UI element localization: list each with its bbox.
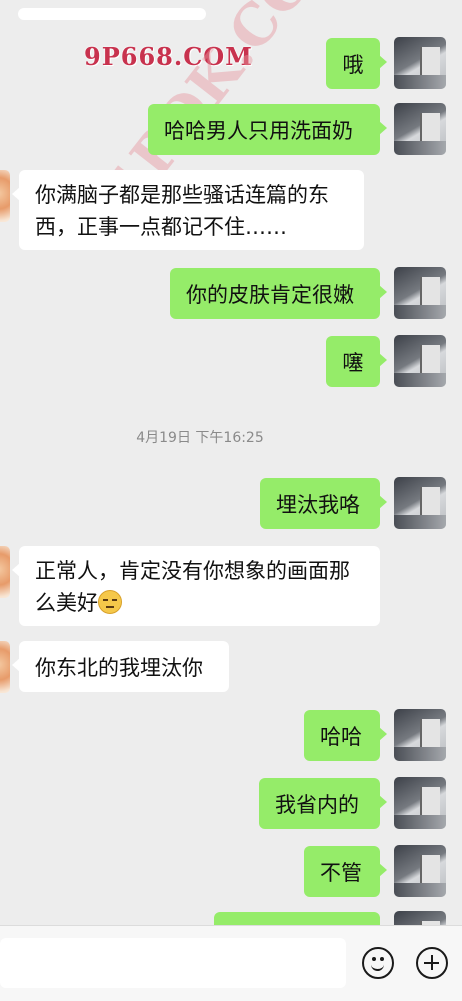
message-bubble-out[interactable]: 噻	[326, 336, 387, 387]
message-input[interactable]	[0, 938, 346, 988]
my-avatar[interactable]	[394, 777, 446, 829]
chat-area[interactable]: 9P668.COM 91POK.COM 哦 哈哈男人只用洗面奶 你满脑子都是那些…	[0, 0, 462, 925]
message-line: 正常人，肯定没有你想象的画面那	[35, 559, 350, 583]
my-avatar[interactable]	[394, 267, 446, 319]
message-bubble-out[interactable]: 你的皮肤肯定很嫩	[170, 268, 387, 319]
timestamp: 4月19日 下午16:25	[136, 430, 264, 446]
my-avatar[interactable]	[394, 37, 446, 89]
message-bubble-out[interactable]: 哈哈男人只用洗面奶	[148, 104, 387, 155]
message-line: 你满脑子都是那些骚话连篇的东	[35, 183, 329, 207]
smirk-emoji-icon	[98, 590, 122, 614]
contact-avatar[interactable]	[0, 170, 10, 222]
my-avatar[interactable]	[394, 845, 446, 897]
plus-icon[interactable]	[416, 947, 448, 979]
contact-avatar[interactable]	[0, 546, 10, 598]
previous-message-edge	[18, 8, 206, 20]
my-avatar[interactable]	[394, 103, 446, 155]
message-bubble-in[interactable]: 你满脑子都是那些骚话连篇的东 西，正事一点都记不住……	[12, 170, 364, 250]
my-avatar[interactable]	[394, 335, 446, 387]
my-avatar[interactable]	[394, 911, 446, 925]
message-bubble-out[interactable]: 不管	[304, 846, 387, 897]
message-line: 么美好	[35, 591, 98, 615]
input-bar	[0, 925, 462, 1001]
message-bubble-out[interactable]: 哈哈	[304, 710, 387, 761]
smile-icon[interactable]	[362, 947, 394, 979]
message-bubble-out[interactable]: 埋汰我咯	[260, 478, 387, 529]
message-bubble-out[interactable]: 我省内的	[259, 778, 387, 829]
contact-avatar[interactable]	[0, 641, 10, 693]
my-avatar[interactable]	[394, 477, 446, 529]
message-bubble-out[interactable]: 哦	[326, 38, 387, 89]
message-bubble-in[interactable]: 你东北的我埋汰你	[12, 641, 229, 692]
my-avatar[interactable]	[394, 709, 446, 761]
message-bubble-out[interactable]	[214, 912, 380, 925]
message-bubble-in[interactable]: 正常人，肯定没有你想象的画面那 么美好	[12, 546, 380, 626]
message-line: 西，正事一点都记不住……	[35, 215, 287, 239]
brand-watermark: 9P668.COM	[84, 42, 253, 71]
